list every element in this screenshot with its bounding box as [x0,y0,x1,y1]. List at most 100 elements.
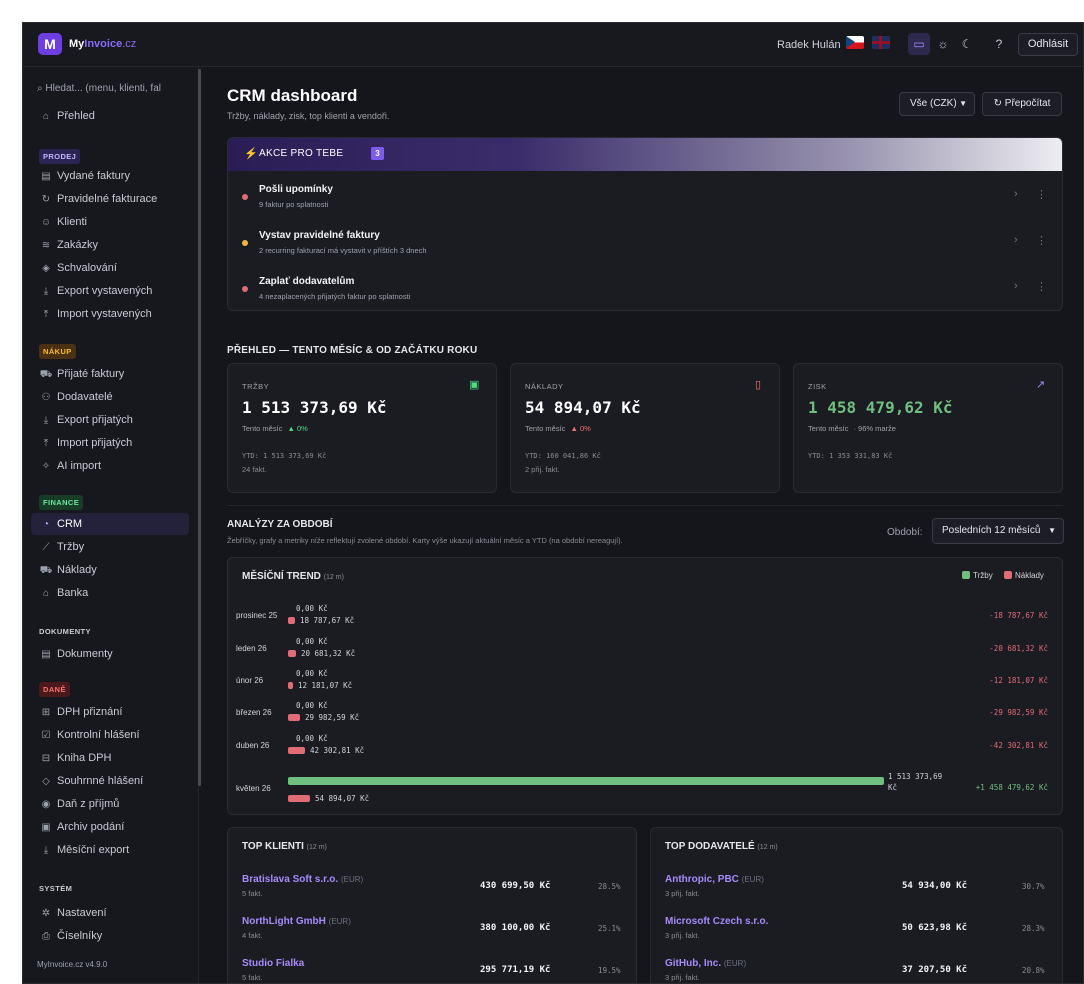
action-item[interactable]: Zaplať dodavatelům 4 nezaplacených přija… [228,266,1062,310]
chevron-right-icon[interactable]: › [1014,188,1018,200]
brand-name[interactable]: MyInvoice.cz [69,38,136,50]
chevron-right-icon[interactable]: › [1014,234,1018,246]
sidebar-item-vat-return[interactable]: ⊞ DPH přiznání [31,701,189,723]
sidebar-item-summary-report[interactable]: ◇ Souhrnné hlášení [31,770,189,792]
action-description: 4 nezaplacených přijatých faktur po spla… [259,292,411,301]
supplier-name[interactable]: GitHub, Inc. (EUR) [665,958,746,969]
shield-check-icon: ◈ [42,263,50,274]
client-row[interactable]: Bratislava Soft s.r.o. (EUR) 5 fakt. 430… [228,872,636,912]
action-item[interactable]: Pošli upomínky 9 faktur po splatnosti › … [228,174,1062,218]
analysis-heading: ANALÝZY ZA OBDOBÍ [227,519,333,530]
money-icon: ▣ [469,379,480,391]
supplier-share: 20.8% [1022,966,1045,975]
logout-button[interactable]: Odhlásit [1018,33,1078,56]
monitor-icon[interactable]: ▭ [908,33,930,55]
sidebar-item-recurring[interactable]: ↻ Pravidelné fakturace [31,188,189,210]
user-name[interactable]: Radek Hulán [777,39,841,51]
english-flag-icon[interactable] [872,36,890,49]
supplier-name[interactable]: Anthropic, PBC (EUR) [665,874,764,885]
client-name[interactable]: Bratislava Soft s.r.o. (EUR) [242,874,363,885]
client-name[interactable]: NorthLight GmbH (EUR) [242,916,351,927]
kpi-ytd: YTD: 1 513 373,69 Kč [242,452,327,460]
archive-icon: ▣ [41,822,51,833]
moon-icon[interactable]: ☾ [956,33,978,55]
sidebar-item-clients[interactable]: ☺ Klienti [31,211,189,233]
client-name[interactable]: Studio Fialka [242,958,304,969]
supplier-invoice-count: 3 přij. fakt. [665,889,700,898]
sidebar-item-vat-book[interactable]: ⊟ Kniha DPH [31,747,189,769]
income-value-label: 1 513 373,69 Kč [888,772,943,792]
sidebar-item-issued-invoices[interactable]: ▤ Vydané faktury [31,165,189,187]
more-vertical-icon[interactable]: ⋮ [1036,188,1047,201]
supplier-row[interactable]: Anthropic, PBC (EUR) 3 přij. fakt. 54 93… [651,872,1062,912]
supplier-row[interactable]: Microsoft Czech s.r.o. 3 přij. fakt. 50 … [651,914,1062,954]
sidebar-item-revenue[interactable]: ⟋ Tržby [31,536,189,558]
sidebar-item-label: Kniha DPH [57,752,112,764]
top-clients-title-text: TOP KLIENTI [242,841,304,852]
action-item[interactable]: Vystav pravidelné faktury 2 recurring fa… [228,220,1062,264]
overview-heading: PŘEHLED — TENTO MĚSÍC & OD ZAČÁTKU ROKU [227,345,478,356]
sidebar-item-crm[interactable]: ◔ CRM [31,513,189,535]
sidebar-item-import-issued[interactable]: ⤒ Import vystavených [31,303,189,325]
sidebar-item-income-tax[interactable]: ◉ Daň z příjmů [31,793,189,815]
sidebar-item-approvals[interactable]: ◈ Schvalování [31,257,189,279]
sidebar-item-suppliers[interactable]: ⚇ Dodavatelé [31,386,189,408]
net-value-label: -12 181,07 Kč [989,676,1048,685]
supplier-name[interactable]: Microsoft Czech s.r.o. [665,916,768,927]
client-row[interactable]: Studio Fialka 5 fakt. 295 771,19 Kč 19.5… [228,956,636,983]
line-chart-icon: ⟋ [42,542,50,553]
sidebar-item-import-received[interactable]: ⤒ Import přijatých [31,432,189,454]
client-row[interactable]: NorthLight GmbH (EUR) 4 fakt. 380 100,00… [228,914,636,954]
clipboard-check-icon: ☑ [41,730,51,741]
client-name-text: NorthLight GmbH [242,916,326,927]
legend-expense: Náklady [1004,571,1044,580]
sidebar-item-ai-import[interactable]: ✧ AI import [31,455,189,477]
kpi-card-costs: NÁKLADY ▯ 54 894,07 Kč Tento měsíc ▲ 0% Y… [510,363,780,493]
currency-select[interactable]: Vše (CZK) ▼ [899,92,975,116]
sidebar-item-filing-archive[interactable]: ▣ Archiv podání [31,816,189,838]
sidebar-item-control-report[interactable]: ☑ Kontrolní hlášení [31,724,189,746]
sun-icon[interactable]: ☼ [932,33,954,55]
kpi-margin: · 96% marže [853,424,896,433]
sidebar-item-export-issued[interactable]: ⤓ Export vystavených [31,280,189,302]
sidebar-item-export-received[interactable]: ⤓ Export přijatých [31,409,189,431]
recalculate-button[interactable]: ↻ Přepočítat [982,92,1062,116]
analysis-subtitle: Žebříčky, grafy a metriky níže reflektuj… [227,536,623,545]
client-invoice-count: 5 fakt. [242,889,263,898]
chevron-right-icon[interactable]: › [1014,280,1018,292]
top-clients-card: TOP KLIENTI (12 m) Bratislava Soft s.r.o… [227,827,637,983]
kpi-card-profit: ZISK ↗ 1 458 479,62 Kč Tento měsíc · 96% … [793,363,1063,493]
sidebar-item-label: Měsíční export [57,844,130,856]
client-amount: 295 771,19 Kč [480,965,551,975]
supplier-row[interactable]: GitHub, Inc. (EUR) 3 přij. fakt. 37 207,… [651,956,1062,983]
more-vertical-icon[interactable]: ⋮ [1036,234,1047,247]
sidebar-item-codebooks[interactable]: ⎙ Číselníky [31,925,189,947]
sidebar-search-input[interactable]: ⌕ Hledat... (menu, klienti, fal [31,79,187,99]
sidebar-item-costs[interactable]: ⛟ Náklady [31,559,189,581]
supplier-icon: ⚇ [41,392,51,403]
actions-header: ⚡ AKCE PRO TEBE 3 [228,138,1062,171]
status-dot [242,286,248,292]
brand-tld: .cz [122,38,137,50]
sidebar-item-received-invoices[interactable]: ⛟ Přijaté faktury [31,363,189,385]
period-select[interactable]: Posledních 12 měsíců ▼ [932,518,1064,544]
users-icon: ☺ [40,217,52,228]
sidebar-item-settings[interactable]: ✲ Nastavení [31,902,189,924]
currency-select-value: Vše (CZK) [910,98,957,109]
section-finance: FINANCE [39,495,84,510]
sidebar-item-label: Dodavatelé [57,391,113,403]
sidebar-item-documents[interactable]: ▤ Dokumenty [31,643,189,665]
sidebar-item-overview[interactable]: ⌂ Přehled [31,105,189,127]
net-value-label: -18 787,67 Kč [989,611,1048,620]
czech-flag-icon[interactable] [846,36,864,49]
sidebar-item-monthly-export[interactable]: ⤓ Měsíční export [31,839,189,861]
sidebar-item-bank[interactable]: ⌂ Banka [31,582,189,604]
income-value-label: 0,00 Kč [296,734,328,743]
download-icon: ⤓ [43,415,49,426]
more-vertical-icon[interactable]: ⋮ [1036,280,1047,293]
sidebar-item-label: AI import [57,460,102,472]
top-clients-suffix: (12 m) [306,844,327,851]
help-icon[interactable]: ? [988,33,1010,55]
sidebar-item-orders[interactable]: ≋ Zakázky [31,234,189,256]
logo-icon[interactable]: M [38,33,62,55]
